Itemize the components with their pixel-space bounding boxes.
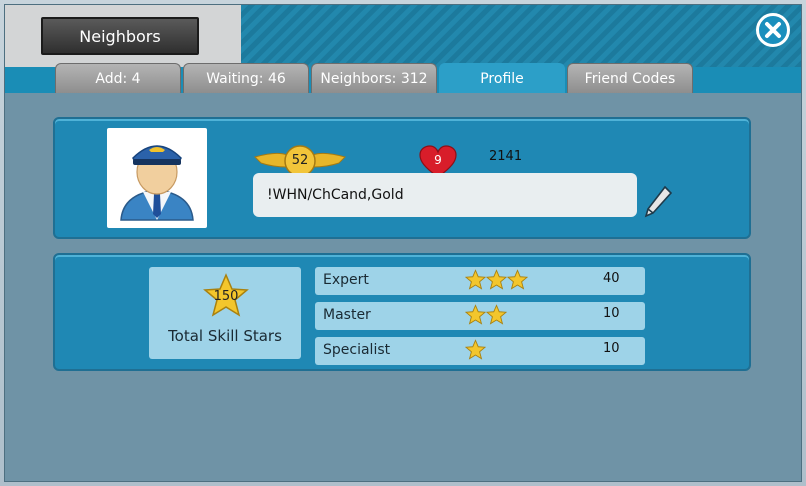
total-skill-stars: 150 Total Skill Stars bbox=[149, 267, 301, 359]
star-icon bbox=[486, 269, 507, 290]
profile-card: 52 9 2141 !WHN/ChCand,Gold bbox=[53, 117, 751, 239]
close-icon bbox=[765, 22, 781, 38]
tab-add[interactable]: Add: 4 bbox=[55, 63, 181, 93]
pilot-avatar-icon bbox=[120, 145, 194, 221]
total-stars-label: Total Skill Stars bbox=[168, 327, 282, 345]
hearts-value: 9 bbox=[434, 153, 442, 167]
star-icon bbox=[507, 269, 528, 290]
skill-row-specialist: Specialist 10 bbox=[315, 337, 645, 365]
star-icon bbox=[465, 269, 486, 290]
game-background: Neighbors Add: 4 Waiting: 46 Neighbors: … bbox=[0, 0, 806, 486]
skill-name: Expert bbox=[323, 272, 369, 288]
skill-count: 10 bbox=[603, 341, 620, 356]
total-stars-value: 150 bbox=[213, 289, 239, 304]
neighbors-dialog: Neighbors Add: 4 Waiting: 46 Neighbors: … bbox=[4, 4, 802, 482]
pencil-icon[interactable] bbox=[643, 185, 673, 219]
skill-stars-specialist bbox=[465, 339, 486, 363]
profile-name: !WHN/ChCand,Gold bbox=[267, 187, 404, 203]
skill-count: 10 bbox=[603, 306, 620, 321]
star-icon bbox=[465, 339, 486, 360]
header-striped-band bbox=[241, 5, 801, 71]
close-button[interactable] bbox=[756, 13, 790, 47]
star-icon bbox=[486, 304, 507, 325]
skill-count: 40 bbox=[603, 271, 620, 286]
skill-stars-expert bbox=[465, 269, 528, 293]
skill-name: Master bbox=[323, 307, 371, 323]
tab-friend-codes[interactable]: Friend Codes bbox=[567, 63, 693, 93]
star-icon bbox=[465, 304, 486, 325]
tab-profile[interactable]: Profile bbox=[439, 63, 565, 93]
skill-stars-master bbox=[465, 304, 507, 328]
skill-row-expert: Expert 40 bbox=[315, 267, 645, 295]
profile-name-field[interactable]: !WHN/ChCand,Gold bbox=[253, 173, 637, 217]
level-value: 52 bbox=[291, 153, 309, 168]
tab-neighbors[interactable]: Neighbors: 312 bbox=[311, 63, 437, 93]
skill-row-master: Master 10 bbox=[315, 302, 645, 330]
dialog-title: Neighbors bbox=[41, 17, 199, 55]
stat-value: 2141 bbox=[489, 149, 523, 164]
skill-stars-card: 150 Total Skill Stars Expert 40 Master 1… bbox=[53, 253, 751, 371]
tab-waiting[interactable]: Waiting: 46 bbox=[183, 63, 309, 93]
avatar bbox=[107, 128, 207, 228]
skill-name: Specialist bbox=[323, 342, 391, 358]
